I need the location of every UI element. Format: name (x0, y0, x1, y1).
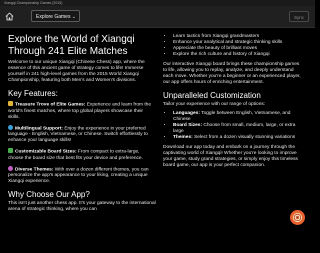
game-select-dropdown[interactable]: Explore Games ⌄ (31, 10, 80, 22)
left-column: Explore the World of Xiangqi Through 241… (8, 34, 156, 213)
option-text: Select from a dozen visually stunning va… (194, 135, 296, 140)
why-paragraph: This isn't just another chess app. It's … (8, 201, 156, 212)
palette-icon (8, 165, 13, 171)
resize-icon (8, 148, 13, 153)
feature-item: Treasure Trove of Elite Games: Experienc… (8, 101, 156, 121)
list-item: Themes: Select from a dozen visually stu… (173, 135, 303, 141)
dropdown-selected-value: Explore Games (36, 14, 71, 20)
list-item: Board Sizes: Choose from small, medium, … (173, 123, 303, 135)
feature-title: Multilingual Support: (15, 126, 63, 131)
chevron-down-icon: ⌄ (71, 14, 76, 20)
main-content: Explore the World of Xiangqi Through 241… (0, 28, 315, 253)
page-title: Explore the World of Xiangqi Through 241… (8, 34, 135, 57)
app-logo-button[interactable] (290, 210, 305, 225)
feature-title: Diverse Themes: (15, 167, 54, 172)
feature-item: Multilingual Support: Enjoy the experien… (8, 124, 156, 145)
feature-title: Treasure Trove of Elite Games: (15, 102, 86, 108)
sync-button[interactable]: Sync (289, 11, 309, 22)
home-button[interactable] (4, 11, 15, 22)
option-title: Languages: (173, 111, 200, 116)
benefits-list: Learn tactics from Xiangqi grandmasters … (163, 34, 303, 58)
intro-paragraph: Welcome to our unique Xiangqi (Chinese C… (8, 60, 145, 83)
app-logo-icon (292, 212, 303, 223)
option-title: Themes: (173, 135, 193, 140)
feature-item: Customizable Board Sizes: From compact t… (8, 148, 156, 162)
customization-intro: Tailor your experience with our range of… (163, 102, 266, 107)
feature-item: Diverse Themes: With over a dozen differ… (8, 165, 156, 186)
options-list: Languages: Toggle between English, Vietn… (163, 111, 303, 141)
app-bar: Explore Games ⌄ Sync (0, 6, 315, 28)
why-heading: Why Choose Our App? (8, 190, 90, 199)
sync-button-label: Sync (293, 15, 304, 20)
list-item: Explore the rich culture and history of … (173, 52, 303, 58)
window-title: Xiangqi Championship Games (2015) (4, 1, 63, 5)
right-column: Learn tactics from Xiangqi grandmasters … (163, 34, 303, 169)
features-heading: Key Features: (8, 89, 58, 98)
customization-heading: Unparalleled Customization (163, 91, 261, 100)
trophy-icon (8, 101, 13, 106)
list-item: Languages: Toggle between English, Vietn… (173, 111, 303, 123)
home-icon (5, 12, 14, 21)
board-paragraph: Our interactive Xiangqi board brings the… (163, 62, 301, 85)
option-title: Board Sizes: (173, 123, 203, 128)
feature-title: Customizable Board Sizes: (15, 149, 77, 155)
closing-paragraph: Download our app today and embark on a j… (163, 145, 298, 168)
globe-icon (8, 124, 13, 130)
